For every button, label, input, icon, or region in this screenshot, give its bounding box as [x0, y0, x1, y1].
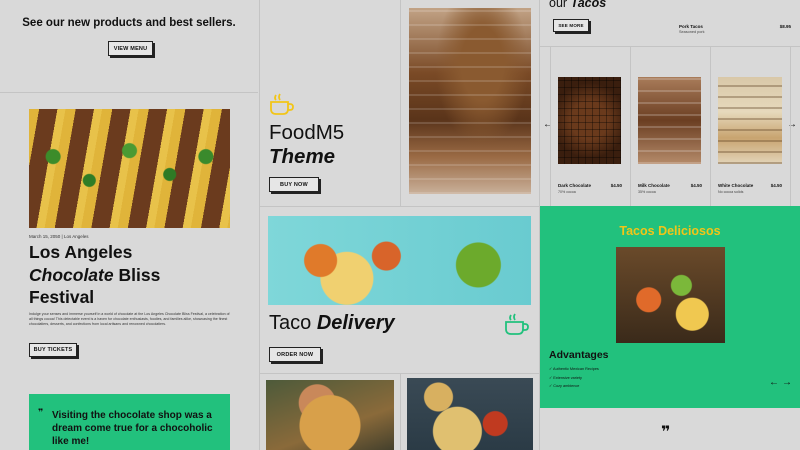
- buy-now-button[interactable]: BUY NOW: [269, 177, 319, 192]
- divider: [630, 47, 631, 206]
- deliciosos-next-arrow[interactable]: →: [782, 377, 792, 388]
- testimonial-section: ❞: [540, 408, 800, 450]
- order-now-button[interactable]: ORDER NOW: [269, 347, 321, 362]
- see-more-button[interactable]: SEE MORE: [553, 19, 589, 32]
- white-chocolate-photo: [718, 77, 782, 164]
- product-price: $4.50: [770, 183, 782, 188]
- festival-title-bliss: Bliss: [113, 264, 161, 285]
- promo-banner: See our new products and best sellers. V…: [0, 0, 258, 92]
- festival-date: March 15, 2050 | Los Angeles: [29, 234, 89, 239]
- advantage-item: ✓ Authentic Mexican Recipes: [549, 367, 599, 371]
- divider: [710, 47, 711, 206]
- coffee-cup-icon: [269, 92, 295, 116]
- festival-section: March 15, 2050 | Los Angeles Los Angeles…: [0, 93, 258, 393]
- tacos-deliciosos-card: Tacos Deliciosos Advantages ✓ Authentic …: [540, 206, 800, 408]
- taco-delivery-card: Taco Delivery ORDER NOW: [260, 207, 539, 373]
- quote-icon: ❞: [661, 422, 671, 441]
- coffee-cup-icon: [504, 312, 530, 336]
- carousel-prev-arrow[interactable]: ←: [543, 119, 553, 130]
- product-desc: 70% cocoa: [558, 190, 576, 194]
- milk-chocolate-photo: [638, 77, 701, 164]
- divider: [550, 47, 551, 206]
- chocolate-display-photo: [409, 8, 531, 194]
- carousel-next-arrow[interactable]: →: [787, 119, 797, 130]
- foodm5-subtitle: Theme: [269, 145, 336, 168]
- festival-title-em: Chocolate: [29, 264, 114, 285]
- festival-title-line2: Chocolate Bliss: [29, 264, 249, 287]
- quote-icon: ❞: [38, 408, 44, 418]
- hand-tacos-photo: [266, 380, 394, 450]
- deliciosos-prev-arrow[interactable]: ←: [769, 377, 779, 388]
- taco-delivery-title: Taco Delivery: [269, 312, 395, 335]
- taco-delivery-title-text: Taco: [269, 312, 312, 334]
- menu-item-price: $8.95: [779, 24, 791, 29]
- foodm5-card: FoodM5 Theme BUY NOW: [260, 0, 400, 206]
- plate-tacos-photo: [407, 378, 533, 450]
- view-menu-button[interactable]: VIEW MENU: [108, 41, 153, 56]
- taco-delivery-photo: [268, 216, 531, 305]
- menu-item-name: Pork Tacos: [679, 24, 703, 29]
- product-price: $4.50: [690, 183, 702, 188]
- buy-tickets-button[interactable]: BUY TICKETS: [29, 343, 77, 357]
- tacos-deliciosos-photo: [616, 247, 725, 343]
- tacos-deliciosos-title: Tacos Deliciosos: [619, 224, 721, 238]
- our-tacos-title-em: Tacos: [570, 0, 607, 10]
- product-price: $4.50: [610, 183, 622, 188]
- festival-title: Los Angeles Chocolate Bliss Festival: [29, 241, 249, 309]
- product-desc: No cocoa solids: [718, 190, 744, 194]
- advantage-item: ✓ Extensive variety: [549, 375, 582, 380]
- hand-tacos-card: [260, 374, 400, 450]
- menu-item-desc: Seasoned pork: [679, 30, 705, 34]
- advantage-item: ✓ Cozy ambience: [549, 384, 580, 388]
- foodm5-title: FoodM5: [269, 121, 345, 144]
- chocolate-display-card: [401, 0, 538, 206]
- tacos-photo: [29, 109, 230, 228]
- promo-headline: See our new products and best sellers.: [22, 17, 236, 29]
- advantages-title: Advantages: [549, 349, 609, 361]
- product-card[interactable]: White Chocolate No cocoa solids $4.50: [718, 77, 784, 194]
- product-card[interactable]: Milk Chocolate 35% cocoa $4.50: [638, 77, 704, 194]
- plate-tacos-card: [401, 374, 538, 450]
- product-carousel: ← → Dark Chocolate 70% cocoa $4.50 Milk …: [540, 47, 800, 206]
- dark-chocolate-photo: [558, 77, 621, 164]
- menu-item: Pork Tacos Seasoned pork $8.95: [679, 24, 791, 34]
- taco-delivery-title-em: Delivery: [316, 312, 395, 334]
- our-tacos-title: our Tacos: [549, 0, 606, 10]
- divider: [790, 47, 791, 206]
- festival-title-line3: Festival: [29, 287, 95, 307]
- product-card[interactable]: Dark Chocolate 70% cocoa $4.50: [558, 77, 624, 194]
- testimonial-quote: Visiting the chocolate shop was a dream …: [52, 410, 213, 447]
- advantages-list: ✓ Authentic Mexican Recipes ✓ Extensive …: [549, 365, 599, 391]
- our-tacos-title-prefix: our: [549, 0, 568, 10]
- testimonial-card: ❞ Visiting the chocolate shop was a drea…: [29, 394, 230, 450]
- festival-title-line1: Los Angeles: [29, 242, 133, 262]
- our-tacos-section: our Tacos SEE MORE Pork Tacos Seasoned p…: [540, 0, 800, 46]
- product-desc: 35% cocoa: [638, 190, 656, 194]
- festival-description: Indulge your senses and immerse yourself…: [29, 312, 230, 327]
